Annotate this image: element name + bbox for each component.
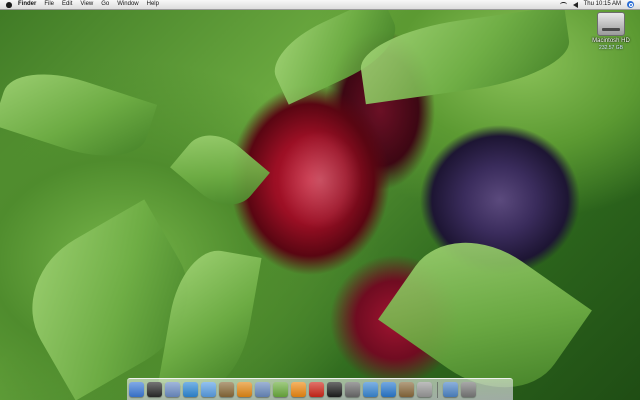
wallpaper-leaf — [0, 58, 158, 172]
terminal-icon[interactable] — [327, 382, 342, 397]
desktop-icon-macintosh-hd[interactable]: Macintosh HD 232.57 GB — [587, 12, 635, 51]
wifi-icon[interactable] — [559, 2, 567, 7]
menu-go[interactable]: Go — [101, 0, 109, 9]
volume-icon[interactable] — [572, 1, 578, 8]
preview-icon[interactable] — [255, 382, 270, 397]
menu-help[interactable]: Help — [147, 0, 159, 9]
menu-app-name[interactable]: Finder — [18, 0, 36, 9]
desktop-icon-detail: 232.57 GB — [599, 45, 623, 51]
sync-icon[interactable] — [381, 382, 396, 397]
flash-icon[interactable] — [309, 382, 324, 397]
menu-view[interactable]: View — [80, 0, 93, 9]
leaf-app-icon[interactable] — [273, 382, 288, 397]
app-orange-icon[interactable] — [291, 382, 306, 397]
desktop: Finder File Edit View Go Window Help Thu… — [0, 0, 640, 400]
ichat-icon[interactable] — [363, 382, 378, 397]
iphoto-icon[interactable] — [219, 382, 234, 397]
desktop-icon-label: Macintosh HD — [592, 38, 630, 44]
menu-edit[interactable]: Edit — [62, 0, 72, 9]
menu-extras: Thu 10:15 AM — [559, 0, 634, 9]
vlc-icon[interactable] — [237, 382, 252, 397]
dictionary-icon[interactable] — [399, 382, 414, 397]
apple-menu-icon[interactable] — [6, 1, 12, 8]
spotlight-icon[interactable] — [627, 1, 634, 8]
dock — [127, 378, 513, 400]
wallpaper-leaf — [378, 213, 592, 400]
mail-icon[interactable] — [165, 382, 180, 397]
wallpaper-leaf — [170, 121, 270, 219]
hard-drive-icon[interactable] — [597, 12, 625, 36]
menu-bar: Finder File Edit View Go Window Help Thu… — [0, 0, 640, 10]
finder-icon[interactable] — [129, 382, 144, 397]
menu-file[interactable]: File — [44, 0, 54, 9]
documents-folder-icon[interactable] — [443, 382, 458, 397]
script-editor-icon[interactable] — [345, 382, 360, 397]
dashboard-icon[interactable] — [147, 382, 162, 397]
safari-icon[interactable] — [183, 382, 198, 397]
trash-icon[interactable] — [461, 382, 476, 397]
menu-clock[interactable]: Thu 10:15 AM — [584, 0, 621, 9]
dock-divider — [437, 381, 438, 398]
itunes-icon[interactable] — [201, 382, 216, 397]
system-prefs-icon[interactable] — [417, 382, 432, 397]
menu-window[interactable]: Window — [117, 0, 138, 9]
